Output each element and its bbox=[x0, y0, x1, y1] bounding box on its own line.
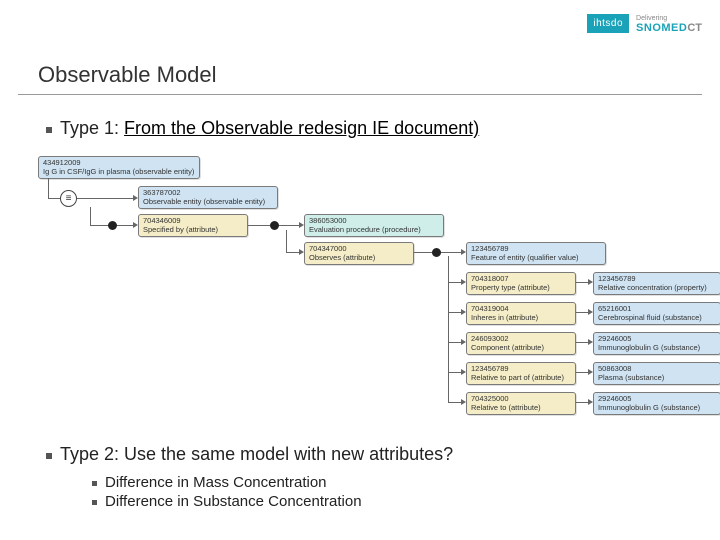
node-observable-entity: 363787002 Observable entity (observable … bbox=[138, 186, 278, 209]
node-inheres-in: 704319004 Inheres in (attribute) bbox=[466, 302, 576, 325]
node-label: Relative concentration (property) bbox=[598, 284, 716, 293]
page-title: Observable Model bbox=[38, 62, 217, 88]
node-label: Feature of entity (qualifier value) bbox=[471, 254, 601, 263]
type2-text: Type 2: Use the same model with new attr… bbox=[60, 444, 453, 465]
type1-text: Type 1: From the Observable redesign IE … bbox=[60, 118, 479, 139]
delivering-text: Delivering bbox=[636, 15, 667, 22]
node-igg-component: 29246005 Immunoglobulin G (substance) bbox=[593, 332, 720, 355]
sub-bullet-a-text: Difference in Mass Concentration bbox=[105, 474, 327, 491]
node-label: Evaluation procedure (procedure) bbox=[309, 226, 439, 235]
node-csf: 65216001 Cerebrospinal fluid (substance) bbox=[593, 302, 720, 325]
node-specified-by: 704346009 Specified by (attribute) bbox=[138, 214, 248, 237]
node-relative-to: 704325000 Relative to (attribute) bbox=[466, 392, 576, 415]
bullet-type2: Type 2: Use the same model with new attr… bbox=[46, 444, 453, 465]
concept-diagram: 434912009 Ig G in CSF/IgG in plasma (obs… bbox=[38, 156, 686, 426]
node-label: Immunoglobulin G (substance) bbox=[598, 344, 716, 353]
node-label: Specified by (attribute) bbox=[143, 226, 243, 235]
bullet-icon bbox=[46, 127, 52, 133]
node-property-type: 704318007 Property type (attribute) bbox=[466, 272, 576, 295]
conjunction-dot bbox=[432, 248, 441, 257]
sub-bullet-b-text: Difference in Substance Concentration bbox=[105, 493, 362, 510]
node-label: Immunoglobulin G (substance) bbox=[598, 404, 716, 413]
node-observes: 704347000 Observes (attribute) bbox=[304, 242, 414, 265]
snomed-text: SNOMED bbox=[636, 22, 687, 34]
node-label: Component (attribute) bbox=[471, 344, 571, 353]
node-label: Observes (attribute) bbox=[309, 254, 409, 263]
node-label: Cerebrospinal fluid (substance) bbox=[598, 314, 716, 323]
node-label: Plasma (substance) bbox=[598, 374, 716, 383]
node-plasma: 50863008 Plasma (substance) bbox=[593, 362, 720, 385]
header-logo: ihtsdo Delivering SNOMEDCT bbox=[587, 12, 702, 34]
bullet-icon bbox=[46, 453, 52, 459]
node-igg-relative: 29246005 Immunoglobulin G (substance) bbox=[593, 392, 720, 415]
node-component: 246093002 Component (attribute) bbox=[466, 332, 576, 355]
sub-bullet-list: Difference in Mass Concentration Differe… bbox=[92, 474, 362, 512]
sub-bullet-b: Difference in Substance Concentration bbox=[92, 493, 362, 510]
conjunction-dot bbox=[270, 221, 279, 230]
node-relative-to-part-of: 123456789 Relative to part of (attribute… bbox=[466, 362, 576, 385]
node-feature: 123456789 Feature of entity (qualifier v… bbox=[466, 242, 606, 265]
bullet-type1: Type 1: From the Observable redesign IE … bbox=[46, 118, 479, 139]
node-root: 434912009 Ig G in CSF/IgG in plasma (obs… bbox=[38, 156, 200, 179]
node-evaluation-procedure: 386053000 Evaluation procedure (procedur… bbox=[304, 214, 444, 237]
title-underline bbox=[18, 94, 702, 95]
node-label: Inheres in (attribute) bbox=[471, 314, 571, 323]
node-label: Property type (attribute) bbox=[471, 284, 571, 293]
ihtsdo-logo: ihtsdo bbox=[587, 14, 629, 33]
snomed-ct-text: CT bbox=[687, 22, 702, 34]
sub-bullet-a: Difference in Mass Concentration bbox=[92, 474, 362, 491]
bullet-icon bbox=[92, 481, 97, 486]
node-label: Ig G in CSF/IgG in plasma (observable en… bbox=[43, 168, 195, 177]
node-label: Observable entity (observable entity) bbox=[143, 198, 273, 207]
bullet-icon bbox=[92, 500, 97, 505]
node-relative-concentration: 123456789 Relative concentration (proper… bbox=[593, 272, 720, 295]
type1-link[interactable]: From the Observable redesign IE document… bbox=[124, 118, 479, 138]
node-label: Relative to part of (attribute) bbox=[471, 374, 571, 383]
type1-prefix: Type 1: bbox=[60, 118, 124, 138]
node-label: Relative to (attribute) bbox=[471, 404, 571, 413]
conjunction-dot bbox=[108, 221, 117, 230]
equivalence-icon: ≡ bbox=[60, 190, 77, 207]
